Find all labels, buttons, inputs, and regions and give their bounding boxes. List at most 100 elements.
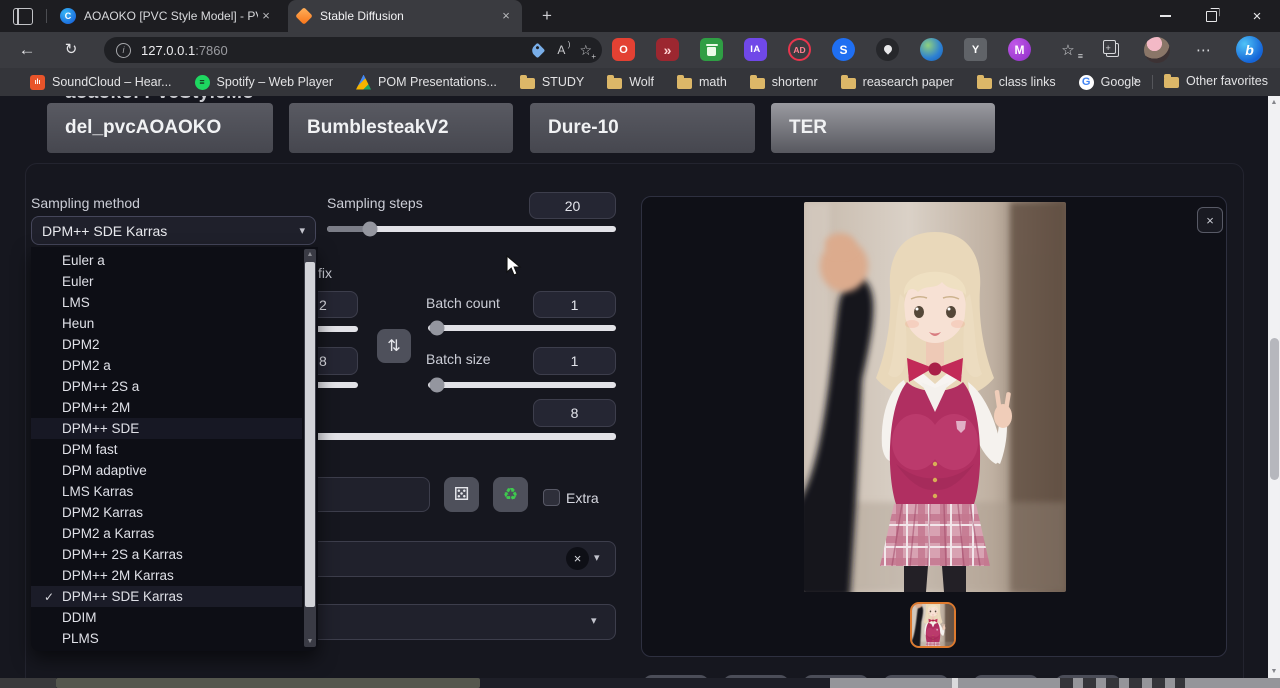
clear-styles-icon[interactable]: × [566, 547, 589, 570]
generated-image[interactable] [804, 202, 1066, 592]
reuse-seed-recycle-button[interactable]: ♻ [493, 477, 528, 512]
hscroll-thumb[interactable] [56, 678, 480, 688]
scroll-up-icon[interactable]: ▲ [304, 251, 316, 258]
page-scrollbar[interactable]: ▲ ▼ [1268, 96, 1280, 678]
sampler-option[interactable]: ✓ DPM adaptive [31, 460, 302, 481]
read-aloud-icon[interactable]: A [557, 43, 565, 57]
bookmark-item[interactable]: STUDY [520, 75, 584, 89]
extension-icon[interactable]: O [612, 38, 635, 61]
bookmark-item[interactable]: Spotify – Web Player [195, 75, 334, 90]
sampler-option[interactable]: ✓ DPM++ 2M [31, 397, 302, 418]
close-gallery-icon[interactable]: × [1197, 207, 1223, 233]
site-info-icon[interactable]: i [116, 43, 131, 58]
minimize-button[interactable] [1142, 0, 1188, 32]
sampler-option[interactable]: ✓ PLMS [31, 628, 302, 649]
restore-button[interactable] [1188, 0, 1234, 32]
extension-icon[interactable]: S [832, 38, 855, 61]
shopping-tag-icon[interactable] [530, 42, 546, 58]
close-tab-icon[interactable]: × [498, 8, 514, 24]
extension-icon[interactable] [876, 38, 899, 61]
bing-discover-icon[interactable]: b [1236, 36, 1263, 63]
tab-stable-diffusion[interactable]: Stable Diffusion × [288, 0, 522, 32]
bookmarks-overflow-chevron[interactable]: › [1133, 72, 1138, 89]
sampler-option[interactable]: ✓ Euler [31, 271, 302, 292]
sampler-option[interactable]: ✓ DPM++ 2M Karras [31, 565, 302, 586]
sampler-option[interactable]: ✓ DPM++ SDE Karras [31, 586, 302, 607]
bookmark-item[interactable]: POM Presentations... [356, 75, 497, 90]
sampling-steps-slider[interactable] [327, 226, 616, 232]
add-favorite-icon[interactable]: ☆ [579, 42, 592, 59]
sampler-option[interactable]: ✓ LMS [31, 292, 302, 313]
page-scrollbar-thumb[interactable] [1270, 338, 1279, 480]
cfg-scale-input[interactable]: 8 [533, 399, 616, 427]
close-window-button[interactable]: × [1234, 0, 1280, 32]
scroll-down-icon[interactable]: ▼ [1268, 668, 1280, 675]
chevron-down-icon[interactable]: ▾ [594, 551, 600, 564]
sampler-option[interactable]: ✓ DDIM [31, 607, 302, 628]
browser-menu-icon[interactable]: ⋯ [1192, 38, 1216, 62]
sampler-option[interactable]: ✓ DPM2 a [31, 355, 302, 376]
sampler-option[interactable]: ✓ DPM2 a Karras [31, 523, 302, 544]
slider-thumb[interactable] [430, 378, 445, 393]
tab-civitai[interactable]: C AOAOKO [PVC Style Model] - PV × [52, 0, 282, 32]
slider-thumb[interactable] [363, 222, 378, 237]
model-card[interactable]: Dure-10 [530, 103, 755, 153]
slider-thumb[interactable] [430, 321, 445, 336]
extension-icon[interactable] [700, 38, 723, 61]
bookmark-item[interactable]: SoundCloud – Hear... [30, 75, 172, 90]
model-card[interactable]: TER [771, 103, 995, 153]
back-button[interactable]: ← [14, 38, 40, 62]
workspaces-icon[interactable] [13, 8, 33, 25]
sampler-option[interactable]: ✓ Heun [31, 313, 302, 334]
batch-count-input[interactable]: 1 [533, 291, 616, 318]
scroll-down-icon[interactable]: ▼ [304, 638, 316, 645]
extension-icon[interactable] [920, 38, 943, 61]
sampler-option[interactable]: ✓ DPM fast [31, 439, 302, 460]
close-tab-icon[interactable]: × [258, 8, 274, 24]
address-bar[interactable]: i 127.0.0.1:7860 A ☆ [104, 37, 602, 63]
swap-dimensions-button[interactable]: ⇅ [377, 329, 411, 363]
bookmark-item[interactable]: math [677, 75, 727, 89]
favorites-list-icon[interactable]: ☆ [1056, 38, 1080, 62]
batch-count-slider[interactable] [428, 325, 616, 331]
extension-icon[interactable]: IA [744, 38, 767, 61]
sampler-option[interactable]: ✓ DPM2 [31, 334, 302, 355]
collections-icon[interactable] [1100, 38, 1124, 62]
bookmark-icon [1079, 75, 1094, 90]
sampling-steps-input[interactable]: 20 [529, 192, 616, 219]
batch-size-input[interactable]: 1 [533, 347, 616, 375]
profile-avatar[interactable] [1144, 37, 1170, 63]
taskbar-sliver [830, 678, 1280, 688]
bookmark-item[interactable]: Wolf [607, 75, 654, 89]
bookmark-item[interactable]: shortenr [750, 75, 818, 89]
sampling-method-select[interactable]: DPM++ SDE Karras ▾ [31, 216, 316, 245]
random-seed-dice-button[interactable]: ⚄ [444, 477, 479, 512]
scroll-up-icon[interactable]: ▲ [1268, 99, 1280, 106]
sampler-option[interactable]: ✓ DPM++ 2S a Karras [31, 544, 302, 565]
sampler-option[interactable]: ✓ DPM++ SDE [31, 418, 302, 439]
bookmarks-bar: SoundCloud – Hear... Spotify – Web Playe… [0, 68, 1280, 96]
other-favorites[interactable]: Other favorites [1164, 74, 1268, 88]
bookmark-item[interactable]: reasearch paper [841, 75, 954, 89]
batch-size-slider[interactable] [428, 382, 616, 388]
extension-icon[interactable]: AD [788, 38, 811, 61]
dropdown-scrollbar-thumb[interactable] [305, 262, 315, 607]
sampler-option[interactable]: ✓ LMS Karras [31, 481, 302, 502]
new-tab-button[interactable]: + [536, 5, 558, 27]
chevron-down-icon[interactable]: ▾ [591, 614, 597, 627]
model-card[interactable]: BumblesteakV2 [289, 103, 513, 153]
dropdown-scrollbar[interactable]: ▲ ▼ [304, 249, 316, 647]
sampler-option[interactable]: ✓ DPM2 Karras [31, 502, 302, 523]
gallery-thumbnail-selected[interactable] [910, 602, 956, 648]
extension-icon[interactable]: M [1008, 38, 1031, 61]
extension-icon[interactable]: » [656, 38, 679, 61]
horizontal-scrollbar[interactable] [0, 678, 1280, 688]
model-card[interactable]: del_pvcAOAOKO [47, 103, 273, 153]
extra-seed-checkbox[interactable] [543, 489, 560, 506]
bookmark-item[interactable]: class links [977, 75, 1056, 89]
bookmark-item[interactable]: Google [1079, 75, 1141, 90]
extension-icon[interactable]: Y [964, 38, 987, 61]
refresh-button[interactable]: ↻ [58, 38, 84, 62]
sampler-option[interactable]: ✓ DPM++ 2S a [31, 376, 302, 397]
sampler-option[interactable]: ✓ Euler a [31, 250, 302, 271]
